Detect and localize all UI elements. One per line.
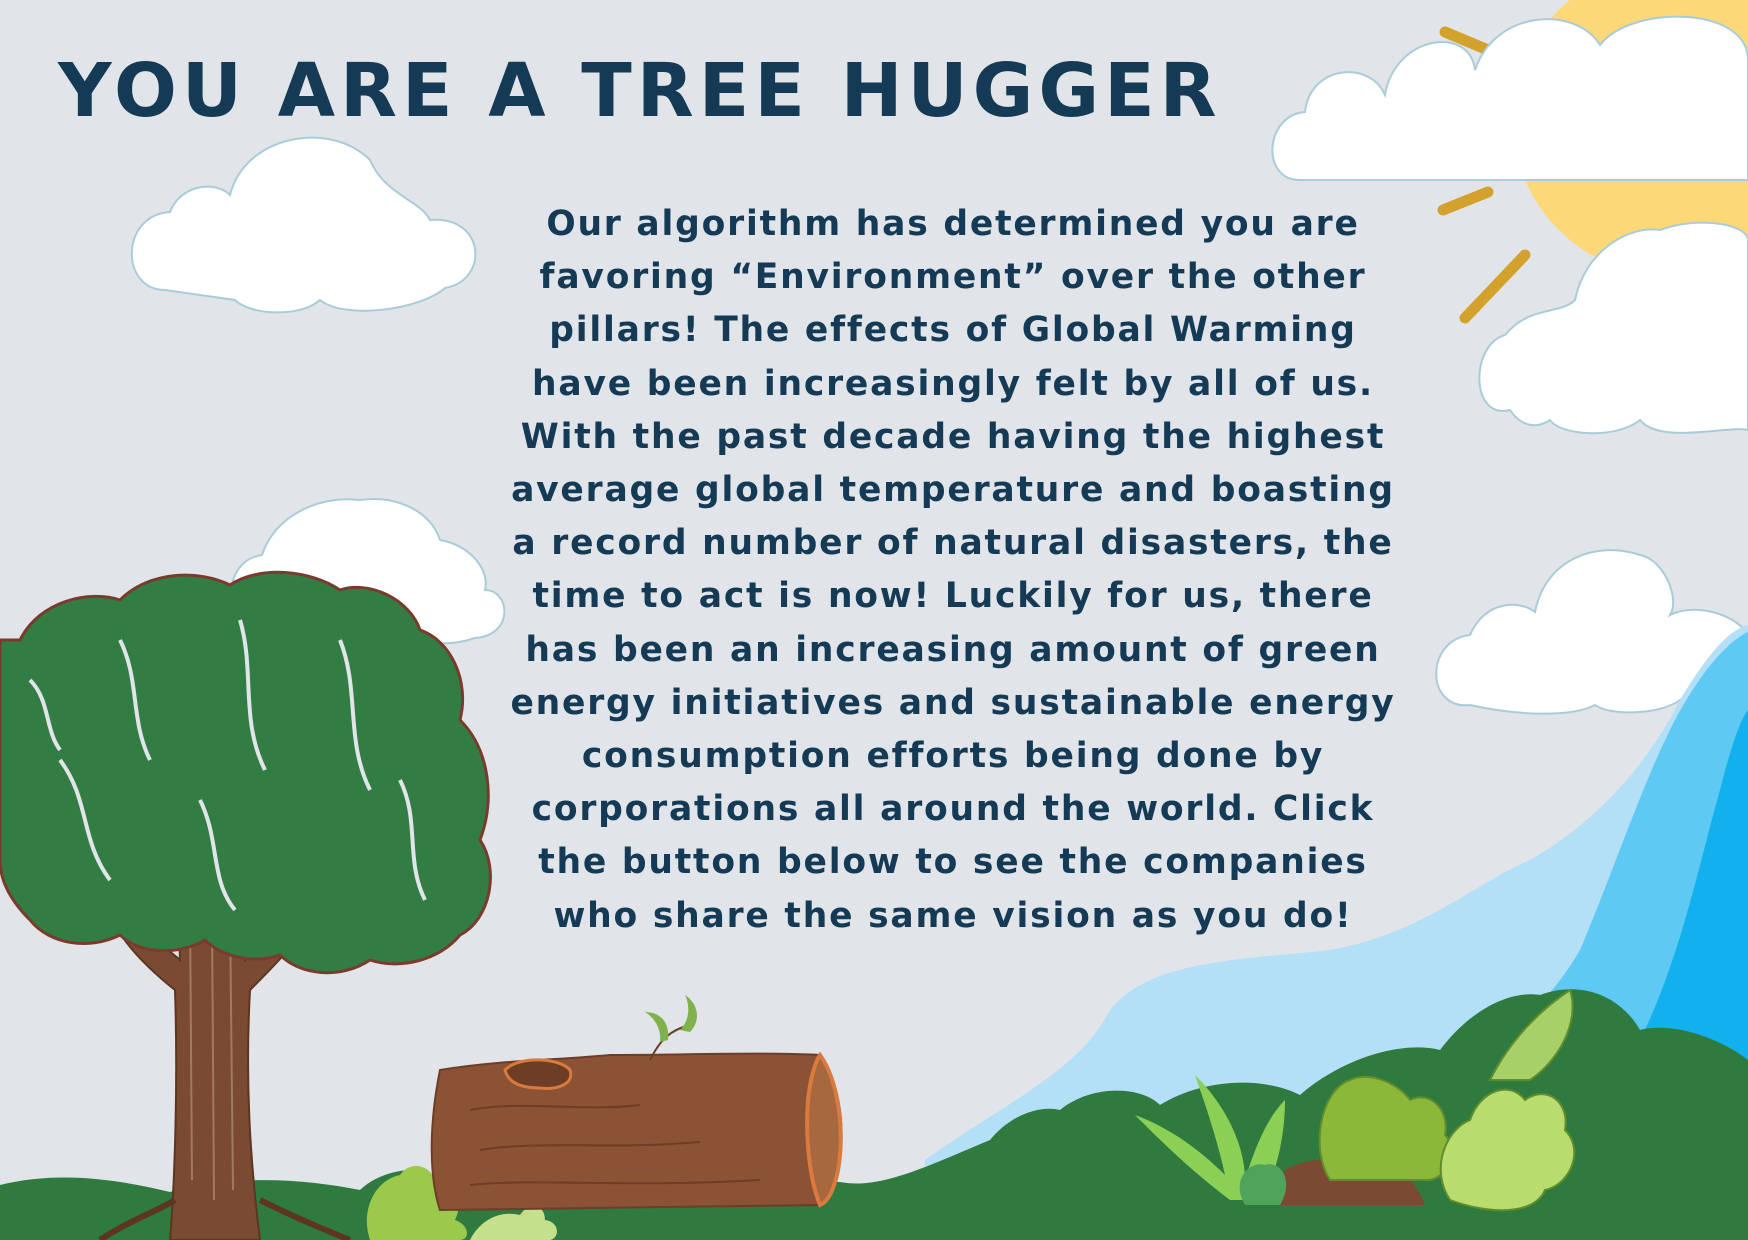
cloud-icon xyxy=(1271,15,1748,181)
log-icon xyxy=(430,995,843,1212)
result-description: Our algorithm has determined you are fav… xyxy=(510,204,1396,936)
tree-icon xyxy=(0,570,492,1240)
page-title: YOU ARE A TREE HUGGER xyxy=(58,48,1222,134)
cloud-icon xyxy=(130,136,477,314)
